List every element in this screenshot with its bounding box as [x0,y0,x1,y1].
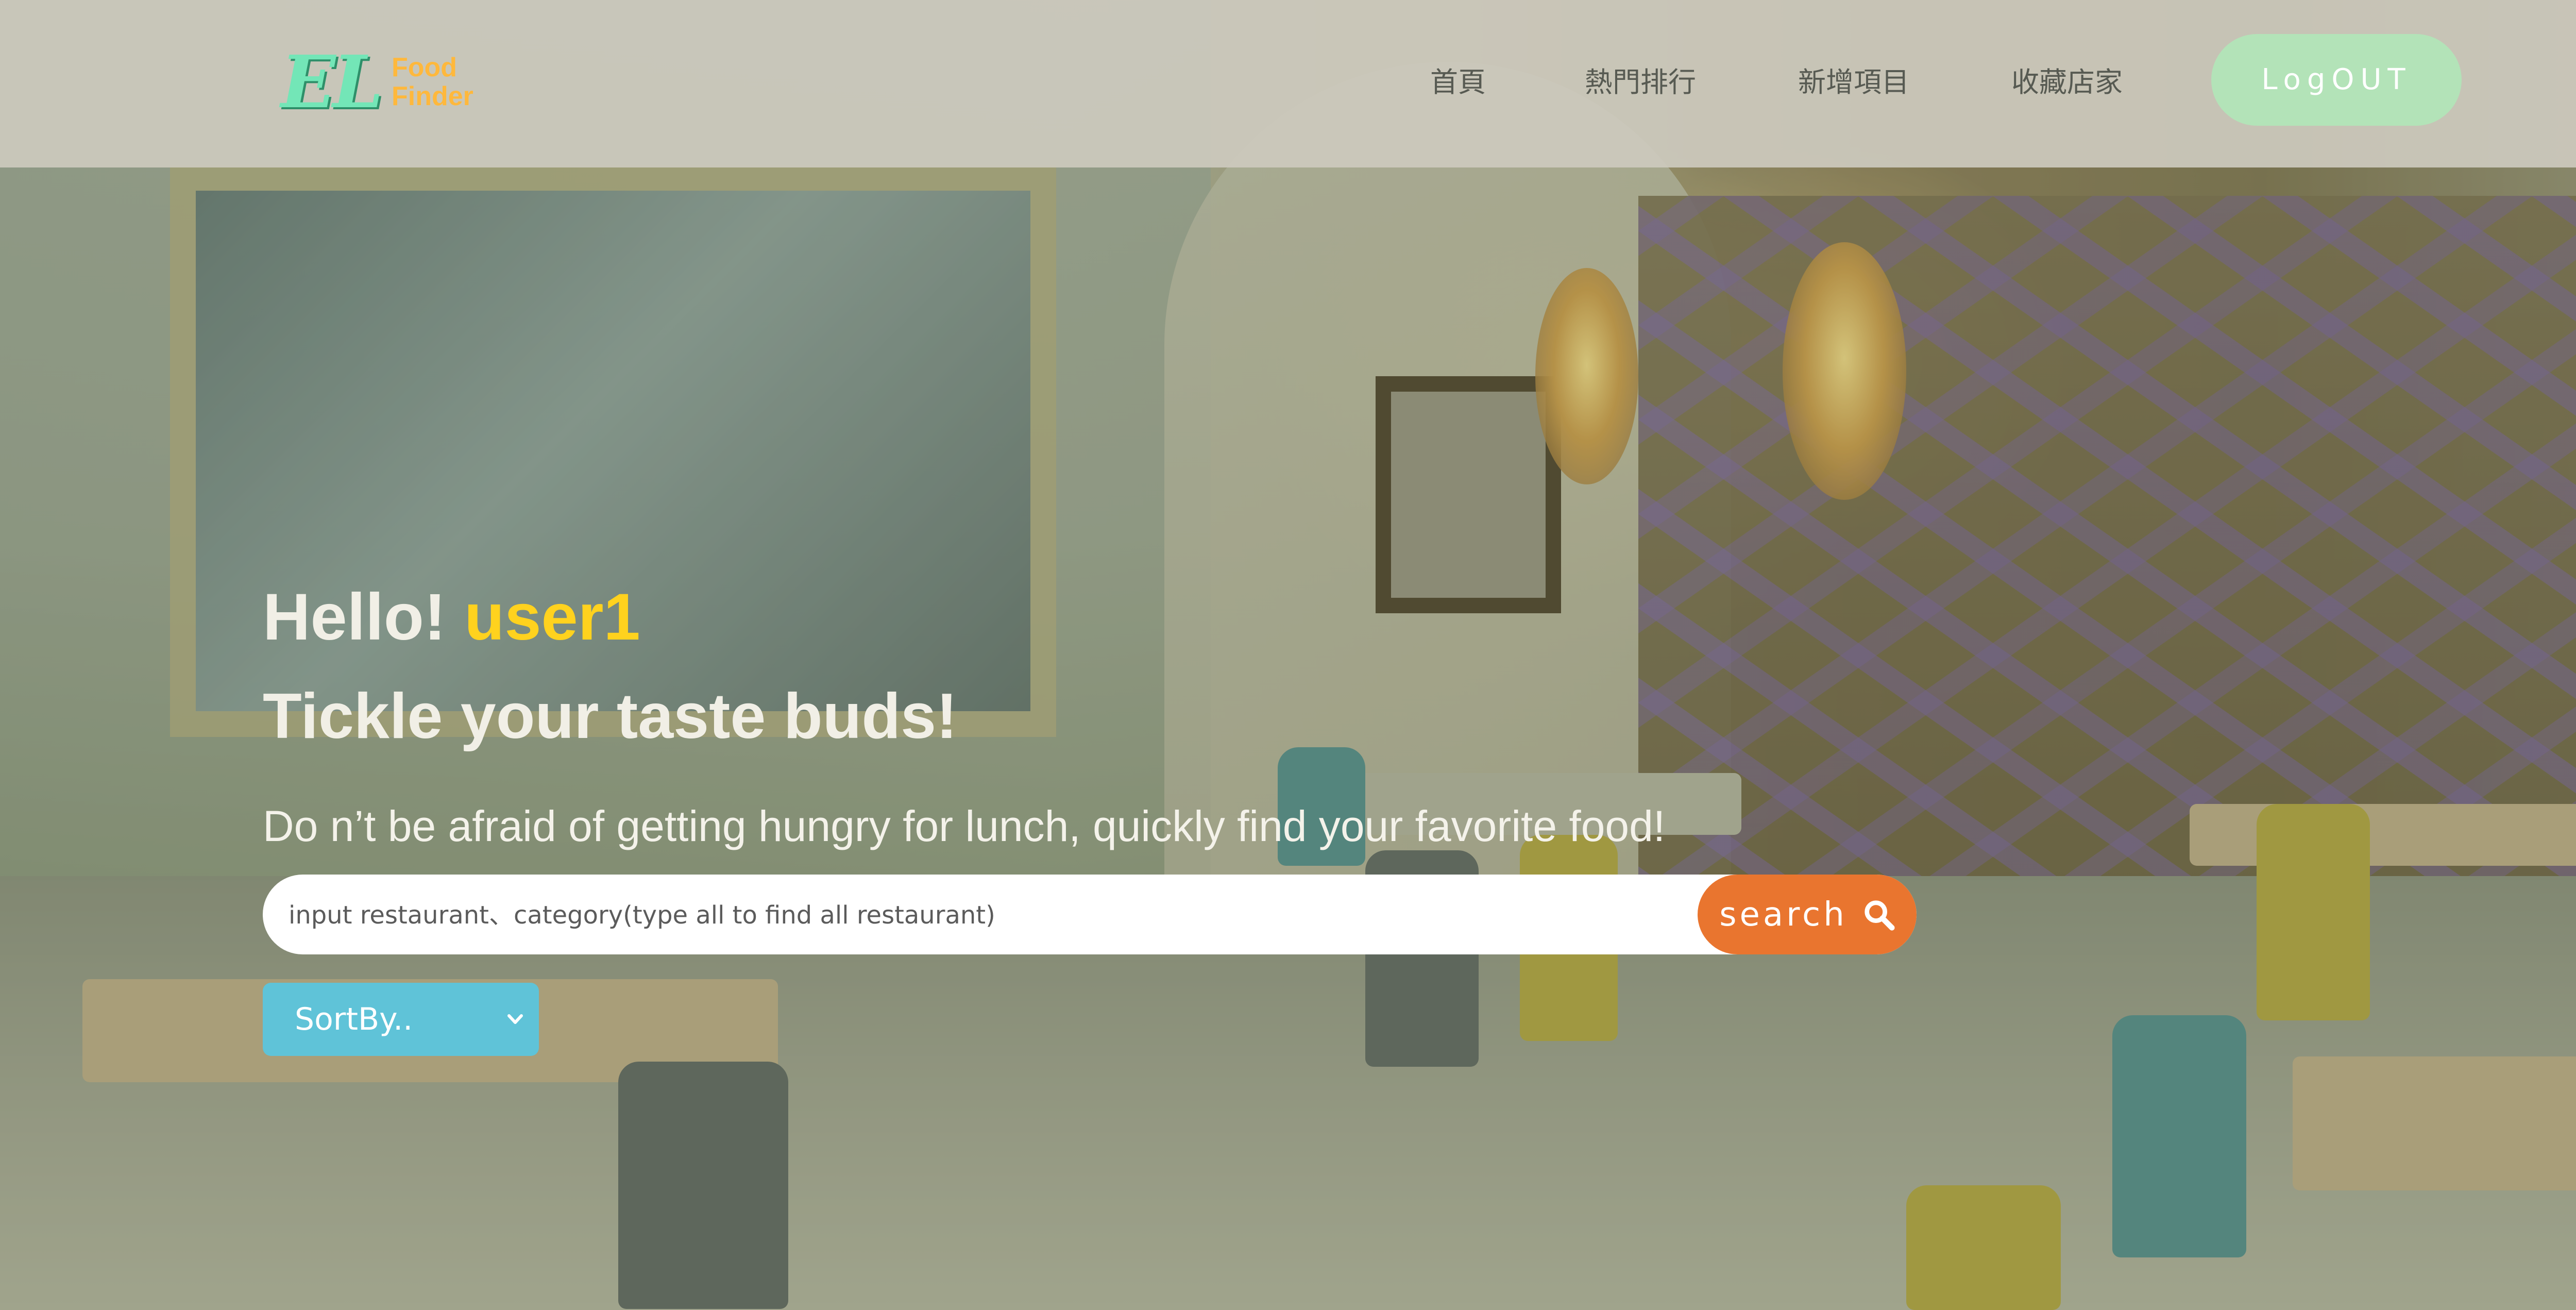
username: user1 [464,580,640,654]
search-input[interactable] [287,875,1681,955]
nav-item-home[interactable]: 首頁 [1430,64,1486,100]
search-bar [263,875,1917,955]
search-button-label: search [1719,895,1848,934]
chevron-down-icon [507,1014,523,1024]
top-navbar: EL Food Finder 首頁 熱門排行 新增項目 收藏店家 LogOUT [0,0,2576,167]
sort-by-select[interactable]: SortBy.. [263,983,539,1056]
logo-wordmark: Food Finder [392,53,473,111]
logo-word-finder: Finder [392,81,473,111]
search-icon [1865,900,1895,931]
greeting-heading: Hello! user1 [263,576,640,659]
greeting-text: Hello! [263,580,446,654]
search-button[interactable]: search [1698,875,1917,954]
hero-tagline: Tickle your taste buds! [263,681,958,752]
nav-item-favorites[interactable]: 收藏店家 [2011,64,2123,100]
sort-by-label: SortBy.. [295,1001,413,1037]
logout-button[interactable]: LogOUT [2211,34,2462,126]
hero-subline: Do n’t be afraid of getting hungry for l… [263,802,1666,850]
nav-item-add-new[interactable]: 新增項目 [1798,64,1909,100]
brand-logo[interactable]: EL Food Finder [281,44,487,121]
logo-word-food: Food [392,53,457,82]
logo-mark: EL [281,40,383,125]
nav-item-popular-ranking[interactable]: 熱門排行 [1585,64,1696,100]
